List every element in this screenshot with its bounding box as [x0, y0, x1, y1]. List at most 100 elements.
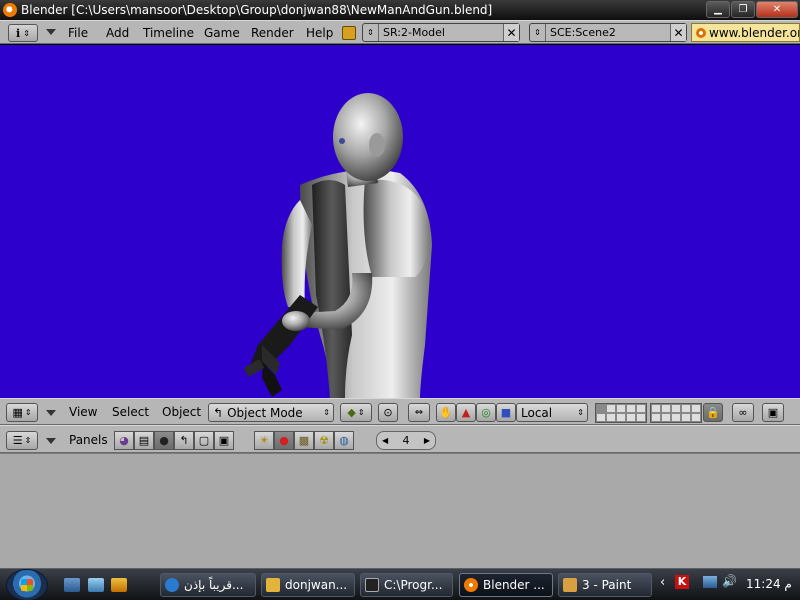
clock[interactable]: 11:24 م: [746, 577, 792, 591]
rotate-button[interactable]: ◎: [476, 403, 496, 422]
hand-icon: ✋: [439, 406, 453, 419]
texture-button[interactable]: ▩: [294, 431, 314, 450]
layer-button[interactable]: [616, 413, 626, 422]
layer-button[interactable]: [626, 404, 636, 413]
delete-screen-icon[interactable]: ✕: [503, 24, 519, 41]
scale-button[interactable]: ■: [496, 403, 516, 422]
menu-view[interactable]: View: [69, 405, 97, 419]
menu-timeline[interactable]: Timeline: [143, 26, 194, 40]
layer-buttons-b[interactable]: [650, 403, 702, 423]
menu-file[interactable]: File: [68, 26, 88, 40]
draw-type-button[interactable]: ◆ ⇕: [340, 403, 372, 422]
taskbar-item-paint[interactable]: 3 - Paint: [558, 573, 652, 597]
decrement-arrow-icon[interactable]: ◀: [382, 436, 388, 445]
scene-name-input[interactable]: SCE:Scene2: [546, 26, 670, 39]
shading-context-button[interactable]: ●: [154, 431, 174, 450]
world-button[interactable]: ◍: [334, 431, 354, 450]
material-icon: ●: [279, 434, 289, 447]
show-desktop-icon[interactable]: [64, 578, 80, 592]
3d-viewport[interactable]: [0, 45, 800, 398]
orientation-selector[interactable]: Local ⇕: [516, 403, 588, 422]
layer-button[interactable]: [651, 413, 661, 422]
transform-widget-toggle[interactable]: ⇔: [408, 403, 430, 422]
menu-object[interactable]: Object: [162, 405, 201, 419]
editor-type-button[interactable]: ☰ ⇕: [6, 431, 38, 450]
layer-button[interactable]: [691, 404, 701, 413]
texture-icon: ▩: [298, 434, 310, 447]
render-preview-button[interactable]: ▣: [762, 403, 784, 422]
updown-arrows-icon: ⇕: [24, 436, 32, 445]
scene-context-button[interactable]: ▣: [214, 431, 234, 450]
frame-number-field[interactable]: ◀ 4 ▶: [376, 431, 436, 450]
layer-button[interactable]: [671, 404, 681, 413]
manipulator-hand-button[interactable]: ✋: [436, 403, 456, 422]
editing-context-button[interactable]: ▢: [194, 431, 214, 450]
minimize-button[interactable]: ▁: [706, 1, 730, 18]
layer-1-button[interactable]: [596, 404, 606, 413]
ogl-render-button[interactable]: ∞: [732, 403, 754, 422]
layer-button[interactable]: [606, 413, 616, 422]
menu-select[interactable]: Select: [112, 405, 149, 419]
taskbar-item-blender[interactable]: Blender ...: [459, 573, 553, 597]
volume-icon[interactable]: 🔊: [722, 574, 737, 588]
lock-layers-button[interactable]: 🔒: [703, 403, 723, 422]
close-button[interactable]: ✕: [756, 1, 798, 18]
task-label: 3 - Paint: [582, 578, 632, 592]
start-button[interactable]: [6, 569, 48, 600]
layer-button[interactable]: [681, 413, 691, 422]
layer-button[interactable]: [626, 413, 636, 422]
material-button[interactable]: ●: [274, 431, 294, 450]
layer-button[interactable]: [661, 413, 671, 422]
taskbar-item-browser[interactable]: قريباً بإذن...: [160, 573, 256, 597]
radiosity-icon: ☢: [319, 434, 329, 447]
media-player-icon[interactable]: [111, 578, 127, 592]
object-context-button[interactable]: ↰: [174, 431, 194, 450]
scene-selector[interactable]: ⇕ SCE:Scene2 ✕: [529, 23, 687, 42]
taskbar-item-console[interactable]: C:\Progr...: [360, 573, 453, 597]
windows-taskbar: قريباً بإذن... donjwan... C:\Progr... Bl…: [0, 568, 800, 600]
menu-render[interactable]: Render: [251, 26, 294, 40]
layer-button[interactable]: [681, 404, 691, 413]
menu-add[interactable]: Add: [106, 26, 129, 40]
collapse-menu-icon[interactable]: [46, 410, 56, 416]
taskbar-item-folder[interactable]: donjwan...: [261, 573, 355, 597]
layer-buttons-a[interactable]: [595, 403, 647, 423]
layer-button[interactable]: [661, 404, 671, 413]
panels-menu[interactable]: Panels: [69, 433, 108, 447]
screen-name-input[interactable]: SR:2-Model: [379, 26, 503, 39]
delete-scene-icon[interactable]: ✕: [670, 24, 686, 41]
layer-button[interactable]: [606, 404, 616, 413]
buttons-window-icon: ☰: [12, 434, 23, 447]
menu-help[interactable]: Help: [306, 26, 333, 40]
network-icon[interactable]: [703, 576, 717, 588]
tray-expand-icon[interactable]: ‹: [660, 575, 665, 590]
website-link[interactable]: www.blender.org: [691, 23, 800, 42]
screen-selector[interactable]: ⇕ SR:2-Model ✕: [362, 23, 520, 42]
pivot-button[interactable]: ⊙: [378, 403, 398, 422]
layer-button[interactable]: [636, 404, 646, 413]
mode-selector[interactable]: ↰ Object Mode ⇕: [208, 403, 334, 422]
collapse-menu-icon[interactable]: [46, 438, 56, 444]
layer-button[interactable]: [651, 404, 661, 413]
increment-arrow-icon[interactable]: ▶: [424, 436, 430, 445]
layer-button[interactable]: [691, 413, 701, 422]
layer-button[interactable]: [671, 413, 681, 422]
antivirus-icon[interactable]: K: [675, 575, 689, 589]
menu-game[interactable]: Game: [204, 26, 240, 40]
switch-windows-icon[interactable]: [88, 578, 104, 592]
layer-button[interactable]: [596, 413, 606, 422]
window-type-button[interactable]: i ⇕: [8, 24, 38, 42]
translate-button[interactable]: ▲: [456, 403, 476, 422]
buttons-panel-area[interactable]: [0, 453, 800, 568]
lamp-button[interactable]: ☀: [254, 431, 274, 450]
collapse-menu-icon[interactable]: [46, 29, 56, 35]
script-context-button[interactable]: ▤: [134, 431, 154, 450]
layer-button[interactable]: [616, 404, 626, 413]
orientation-value: Local: [521, 405, 553, 420]
world-icon: ◍: [339, 434, 349, 447]
layer-button[interactable]: [636, 413, 646, 422]
logic-context-button[interactable]: ◕: [114, 431, 134, 450]
radiosity-button[interactable]: ☢: [314, 431, 334, 450]
editor-type-button[interactable]: ▦ ⇕: [6, 403, 38, 422]
maximize-button[interactable]: ❐: [731, 1, 755, 18]
